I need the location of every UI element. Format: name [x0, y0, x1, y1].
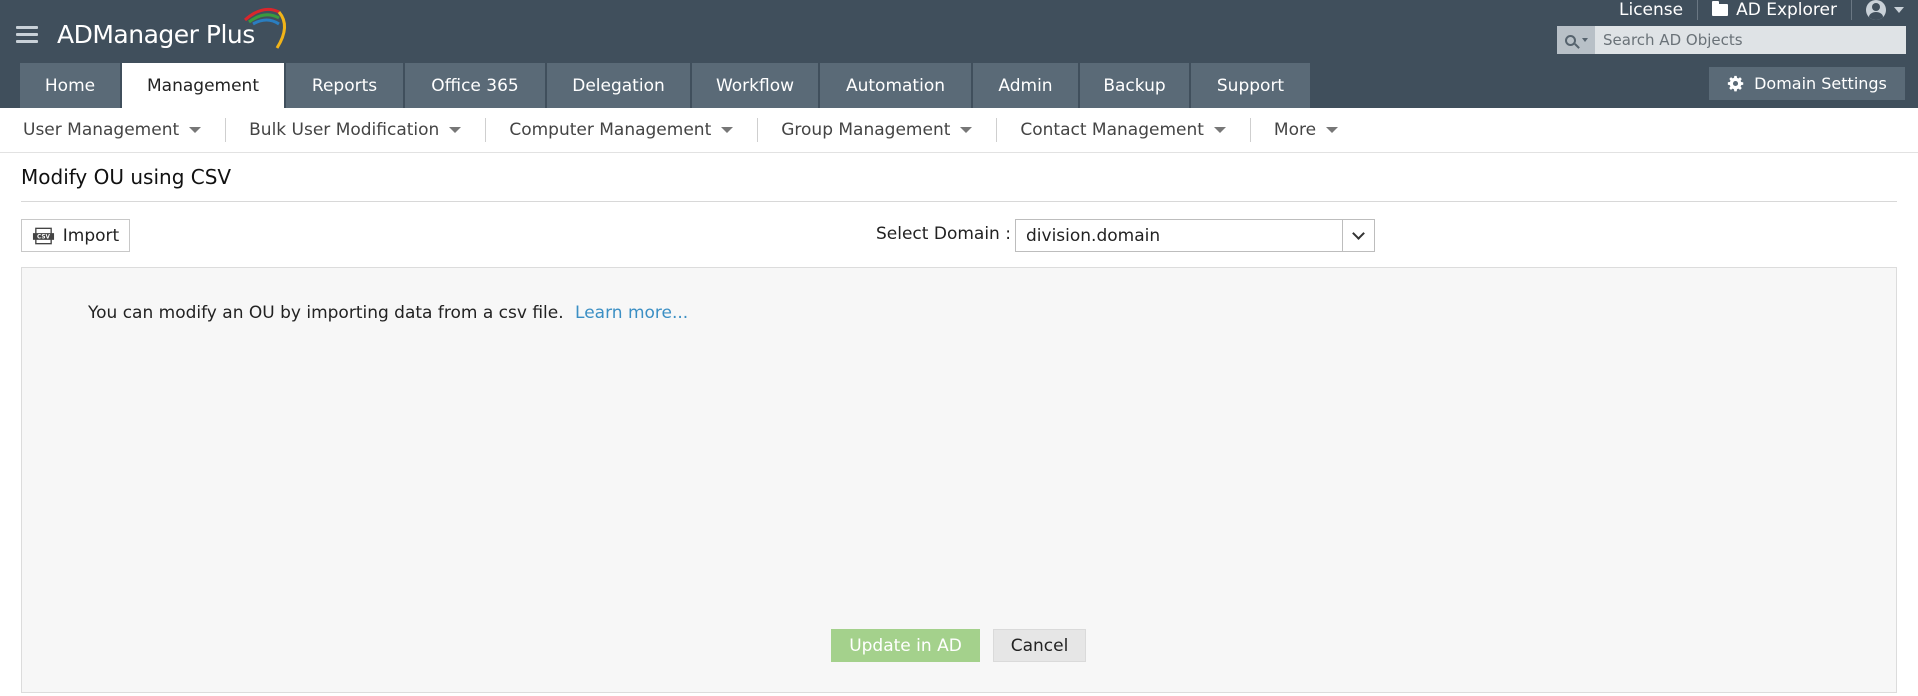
tab-delegation[interactable]: Delegation	[547, 63, 690, 108]
ad-explorer-link[interactable]: AD Explorer	[1698, 0, 1852, 20]
search-icon	[1564, 34, 1576, 46]
subnav-divider	[996, 118, 998, 142]
tab-automation[interactable]: Automation	[820, 63, 971, 108]
import-panel: You can modify an OU by importing data f…	[21, 267, 1897, 693]
import-csv-button[interactable]: CSV Import	[21, 219, 130, 252]
subnav-divider	[485, 118, 487, 142]
subnav-contact-management[interactable]: Contact Management	[1020, 120, 1250, 140]
user-avatar-icon	[1866, 0, 1886, 20]
domain-select[interactable]: division.domain	[1015, 219, 1375, 252]
csv-file-icon: CSV	[32, 227, 54, 244]
domain-select-value: division.domain	[1026, 225, 1161, 246]
subnav-bulk-user-modification[interactable]: Bulk User Modification	[249, 120, 485, 140]
license-link[interactable]: License	[1605, 0, 1699, 20]
sub-navigation: User Management Bulk User Modification C…	[0, 108, 1918, 153]
tab-management[interactable]: Management	[122, 63, 284, 108]
subnav-divider	[757, 118, 759, 142]
title-divider	[21, 201, 1897, 202]
chevron-down-icon	[960, 127, 973, 133]
info-message: You can modify an OU by importing data f…	[88, 303, 689, 323]
search-options-button[interactable]	[1557, 26, 1595, 54]
tab-backup[interactable]: Backup	[1080, 63, 1189, 108]
user-account-menu[interactable]	[1852, 0, 1918, 20]
tab-workflow[interactable]: Workflow	[692, 63, 818, 108]
tab-support[interactable]: Support	[1191, 63, 1310, 108]
cancel-button[interactable]: Cancel	[993, 629, 1086, 662]
page-title: Modify OU using CSV	[21, 165, 232, 189]
tab-home[interactable]: Home	[20, 63, 120, 108]
subnav-more[interactable]: More	[1274, 120, 1362, 140]
subnav-divider	[1249, 118, 1251, 142]
chevron-down-icon	[1581, 38, 1588, 42]
domain-settings-button[interactable]: Domain Settings	[1709, 67, 1905, 100]
top-links: License AD Explorer	[1605, 0, 1918, 20]
subnav-group-management[interactable]: Group Management	[781, 120, 996, 140]
subnav-user-management[interactable]: User Management	[23, 120, 225, 140]
folder-icon	[1712, 1, 1729, 16]
hamburger-menu-icon[interactable]	[16, 26, 38, 44]
tab-reports[interactable]: Reports	[286, 63, 403, 108]
chevron-down-icon	[1352, 227, 1365, 240]
update-in-ad-button[interactable]: Update in AD	[831, 629, 980, 662]
chevron-down-icon	[189, 127, 202, 133]
subnav-divider	[225, 118, 227, 142]
tab-admin[interactable]: Admin	[973, 63, 1078, 108]
tab-office-365[interactable]: Office 365	[405, 63, 545, 108]
select-domain-label: Select Domain :	[876, 224, 1011, 244]
subnav-computer-management[interactable]: Computer Management	[509, 120, 757, 140]
app-name: ADManager Plus	[57, 20, 255, 49]
logo-arc-icon	[244, 7, 286, 49]
chevron-down-icon	[1326, 127, 1339, 133]
gear-icon	[1727, 75, 1744, 92]
chevron-down-icon	[449, 127, 462, 133]
search-box	[1557, 26, 1906, 54]
domain-select-toggle[interactable]	[1342, 220, 1374, 251]
chevron-down-icon	[721, 127, 734, 133]
chevron-down-icon	[1894, 7, 1904, 13]
chevron-down-icon	[1213, 127, 1226, 133]
main-tabs: Home Management Reports Office 365 Deleg…	[20, 63, 1312, 108]
svg-text:CSV: CSV	[37, 234, 50, 240]
top-header: ADManager Plus License AD Explorer Home …	[0, 0, 1918, 108]
learn-more-link[interactable]: Learn more...	[575, 303, 688, 323]
search-input[interactable]	[1595, 26, 1895, 54]
